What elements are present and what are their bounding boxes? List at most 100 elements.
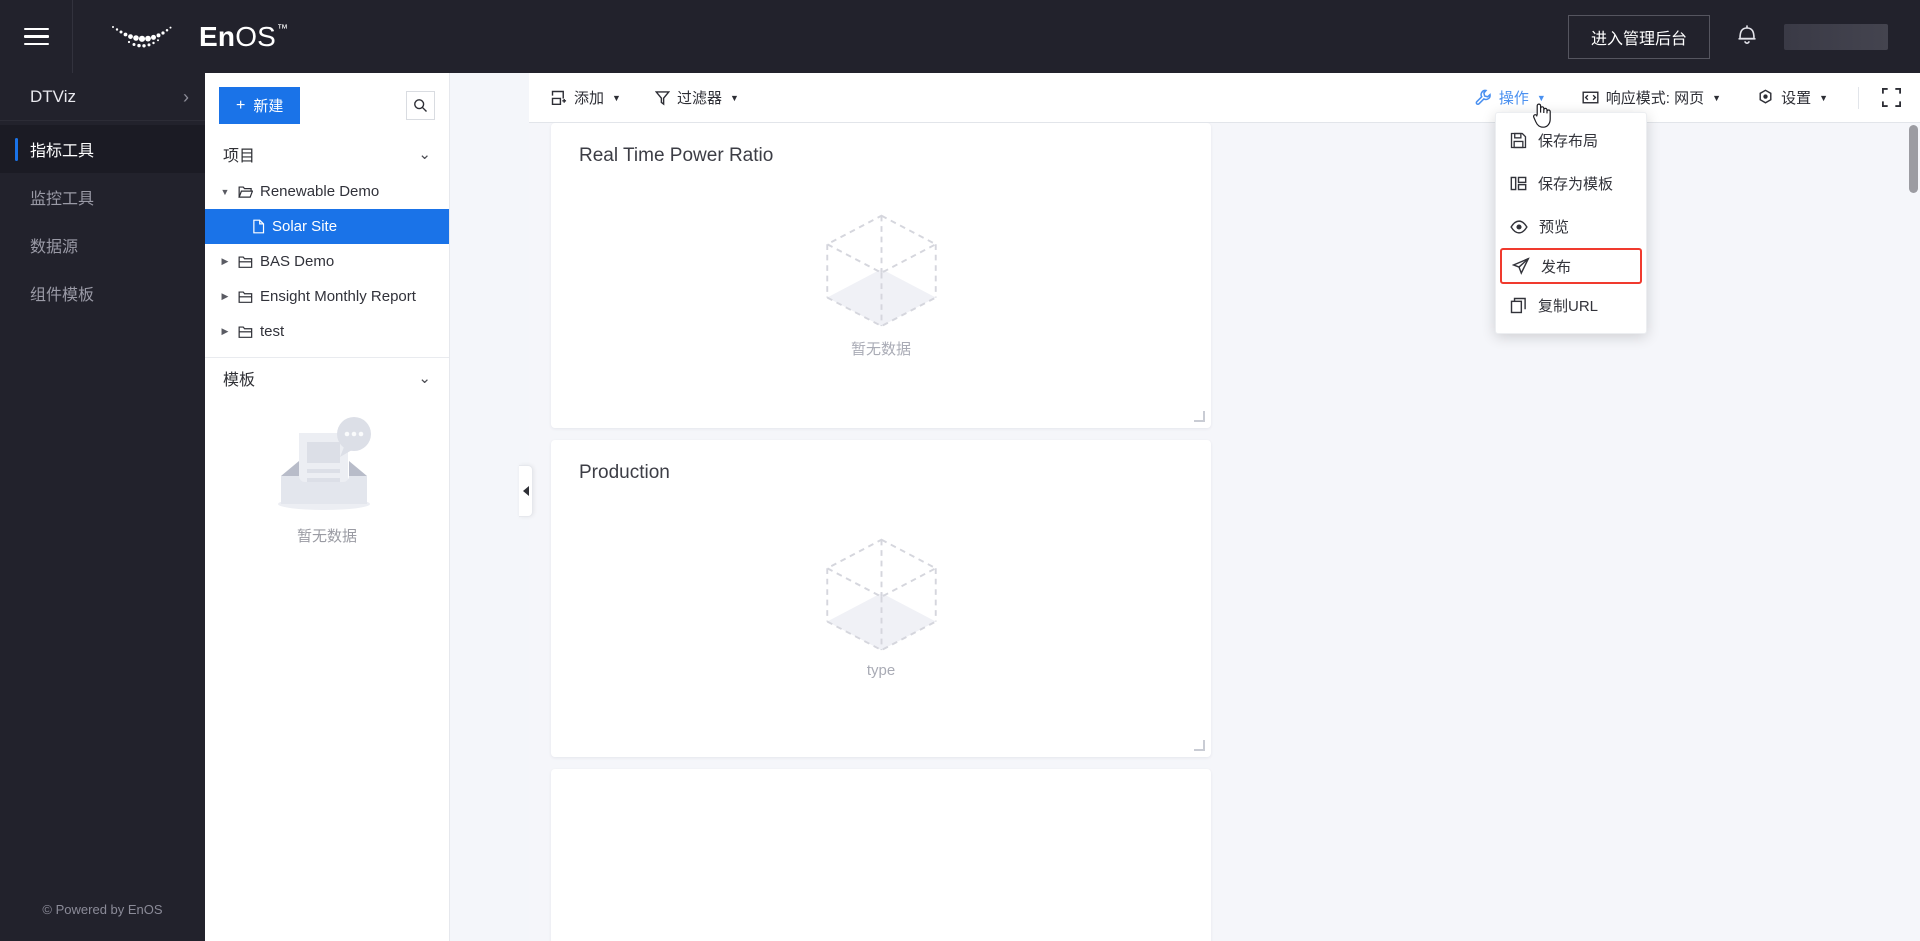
app-root: En OS ™ 进入管理后台 DTViz › 指标工具 监控工具 数据源 组件模… xyxy=(0,0,1920,941)
brand-name-bold: En xyxy=(199,20,236,52)
menu-item-label: 保存为模板 xyxy=(1538,176,1614,193)
menu-item-copy-url[interactable]: 复制URL xyxy=(1496,284,1646,327)
card-resize-handle[interactable] xyxy=(1194,740,1205,751)
toolbar-add-label: 添加 xyxy=(574,90,605,107)
notification-bell-icon[interactable] xyxy=(1736,22,1758,51)
user-avatar[interactable] xyxy=(1784,23,1888,50)
menu-item-label: 发布 xyxy=(1541,258,1572,276)
add-widget-icon xyxy=(551,90,567,105)
admin-console-button[interactable]: 进入管理后台 xyxy=(1567,14,1710,59)
brand-name: En OS ™ xyxy=(199,21,288,53)
caret-down-icon: ▼ xyxy=(729,92,739,103)
send-icon xyxy=(1512,257,1530,275)
toolbar-responsive-mode-label: 响应模式: 网页 xyxy=(1605,90,1705,107)
folder-icon xyxy=(238,290,253,303)
toolbar-responsive-mode-button[interactable]: 响应模式: 网页 ▼ xyxy=(1582,87,1721,108)
new-dashboard-button[interactable]: + 新建 xyxy=(219,87,301,124)
brand-name-light: OS xyxy=(235,20,277,52)
card-placeholder-body: 暂无数据 xyxy=(551,167,1211,402)
sidebar-item-metrics-tool[interactable]: 指标工具 xyxy=(0,125,205,173)
responsive-mode-icon xyxy=(1582,91,1599,104)
sidebar-workspace-header[interactable]: DTViz › xyxy=(0,73,205,121)
sidebar-item-component-template[interactable]: 组件模板 xyxy=(0,269,205,317)
card-placeholder-label: 暂无数据 xyxy=(850,341,911,358)
canvas-scrollbar-track[interactable] xyxy=(1907,123,1920,941)
sidebar-item-data-source[interactable]: 数据源 xyxy=(0,221,205,269)
chevron-right-icon[interactable]: › xyxy=(183,88,189,106)
gear-icon xyxy=(1759,89,1772,104)
copy-icon xyxy=(1510,297,1526,314)
project-section-header[interactable]: 项目 ⌄ xyxy=(205,134,449,174)
card-placeholder-body: type xyxy=(551,484,1211,729)
plus-icon: + xyxy=(236,96,246,114)
operations-dropdown-menu: 保存布局 保存为模板 预览 发布 复制URL xyxy=(1495,112,1647,334)
menu-item-preview[interactable]: 预览 xyxy=(1496,205,1646,248)
empty-inbox-icon xyxy=(278,417,371,510)
tree-node-bas-demo[interactable]: ▶ BAS Demo xyxy=(205,244,449,279)
card-title: Production xyxy=(579,462,670,483)
template-empty-state: 暂无数据 xyxy=(205,398,449,556)
card-resize-handle[interactable] xyxy=(1194,411,1205,422)
caret-down-icon: ▼ xyxy=(1536,92,1546,103)
sidebar-workspace-title: DTViz xyxy=(30,86,76,106)
tree-node-label: Ensight Monthly Report xyxy=(260,288,416,305)
menu-item-label: 保存布局 xyxy=(1538,133,1599,150)
sidebar-item-label: 指标工具 xyxy=(30,143,95,160)
menu-item-save-as-template[interactable]: 保存为模板 xyxy=(1496,162,1646,205)
caret-expanded-icon[interactable]: ▼ xyxy=(219,187,231,197)
caret-collapsed-icon[interactable]: ▶ xyxy=(219,291,231,302)
sidebar-item-monitoring-tool[interactable]: 监控工具 xyxy=(0,173,205,221)
tree-node-test[interactable]: ▶ test xyxy=(205,314,449,349)
template-section-label: 模板 xyxy=(223,372,256,389)
hamburger-menu-icon[interactable] xyxy=(0,0,73,73)
chevron-down-icon[interactable]: ⌄ xyxy=(418,369,431,387)
canvas-scrollbar-thumb[interactable] xyxy=(1909,125,1918,193)
project-section-label: 项目 xyxy=(223,148,256,165)
card-title xyxy=(551,769,1211,791)
triangle-left-icon xyxy=(522,486,529,496)
folder-open-icon xyxy=(238,185,253,198)
save-icon xyxy=(1510,132,1527,149)
empty-cube-icon xyxy=(824,214,938,328)
widget-card-production[interactable]: Production type xyxy=(551,440,1211,757)
template-icon xyxy=(1510,176,1527,191)
header-right-controls: 进入管理后台 xyxy=(1567,14,1920,59)
toolbar-operations-button[interactable]: 操作 ▼ xyxy=(1475,87,1546,108)
widget-card-partial-bottom[interactable] xyxy=(551,769,1211,941)
toolbar-separator xyxy=(1858,86,1859,109)
menu-item-save-layout[interactable]: 保存布局 xyxy=(1496,119,1646,162)
menu-item-label: 复制URL xyxy=(1538,298,1599,315)
tree-node-ensight-monthly-report[interactable]: ▶ Ensight Monthly Report xyxy=(205,279,449,314)
toolbar-settings-button[interactable]: 设置 ▼ xyxy=(1757,87,1828,108)
eye-icon xyxy=(1510,219,1528,234)
caret-collapsed-icon[interactable]: ▶ xyxy=(219,326,231,337)
project-tree-list: ▼ Renewable Demo Solar Site ▶ BAS Demo ▶… xyxy=(205,174,449,349)
tree-node-label: test xyxy=(260,323,285,340)
chevron-down-icon[interactable]: ⌄ xyxy=(418,145,431,163)
toolbar-add-button[interactable]: 添加 ▼ xyxy=(551,87,621,108)
caret-down-icon: ▼ xyxy=(1712,92,1722,103)
template-empty-label: 暂无数据 xyxy=(296,528,357,545)
wrench-icon xyxy=(1475,89,1491,106)
panel-collapse-handle[interactable] xyxy=(519,465,533,517)
toolbar-filter-label: 过滤器 xyxy=(676,90,722,107)
file-icon xyxy=(253,219,265,234)
toolbar-filter-button[interactable]: 过滤器 ▼ xyxy=(654,87,739,108)
empty-cube-icon xyxy=(824,538,938,652)
project-tree-panel: + 新建 项目 ⌄ ▼ Renewable Demo Solar Site ▶ … xyxy=(205,73,450,941)
tree-node-solar-site[interactable]: Solar Site xyxy=(205,209,449,244)
tree-node-label: Solar Site xyxy=(272,218,338,235)
tree-node-label: Renewable Demo xyxy=(260,183,380,200)
enos-swoosh-logo-icon xyxy=(112,25,172,47)
template-section-header[interactable]: 模板 ⌄ xyxy=(205,358,449,398)
tree-node-label: BAS Demo xyxy=(260,253,335,270)
caret-collapsed-icon[interactable]: ▶ xyxy=(219,256,231,267)
new-button-label: 新建 xyxy=(253,98,284,115)
search-icon[interactable] xyxy=(406,91,435,120)
tree-node-renewable-demo[interactable]: ▼ Renewable Demo xyxy=(205,174,449,209)
sidebar-footer-copyright: © Powered by EnOS xyxy=(42,902,163,917)
toolbar-right-group: 操作 ▼ 响应模式: 网页 ▼ 设置 ▼ xyxy=(1439,86,1902,109)
menu-item-publish[interactable]: 发布 xyxy=(1500,248,1642,284)
widget-card-real-time-power-ratio[interactable]: Real Time Power Ratio 暂无数据 xyxy=(551,123,1211,428)
fullscreen-icon[interactable] xyxy=(1881,87,1902,108)
